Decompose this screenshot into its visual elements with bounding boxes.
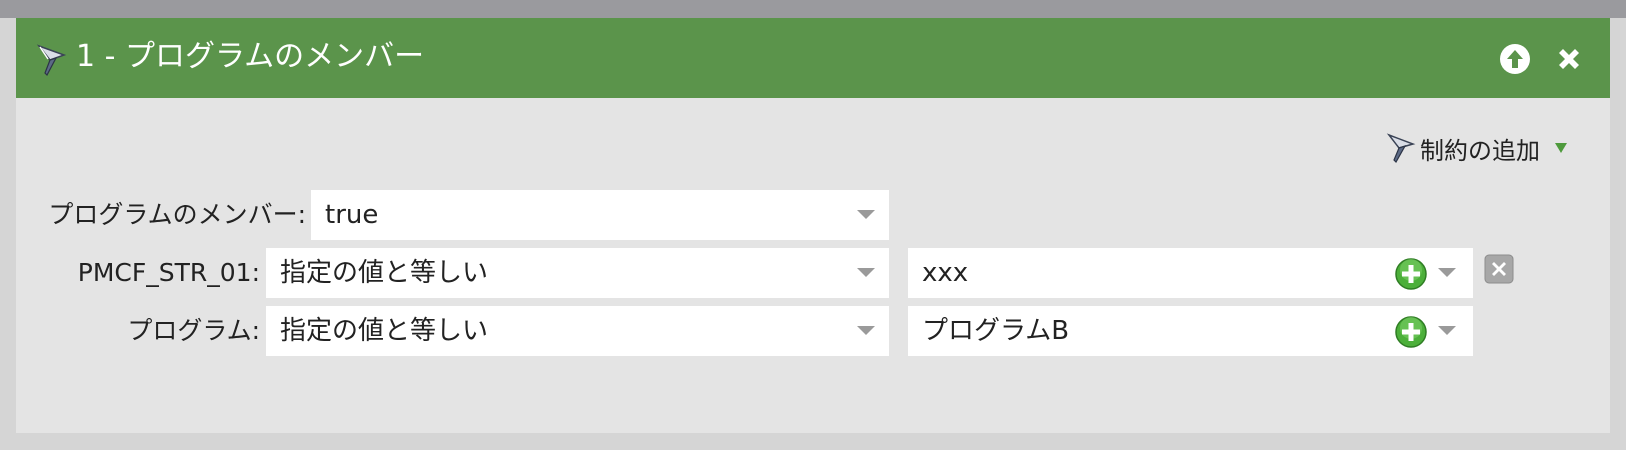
top-strip bbox=[0, 0, 1626, 18]
move-up-button[interactable] bbox=[1498, 42, 1532, 76]
chevron-down-icon bbox=[857, 326, 875, 335]
funnel-icon bbox=[1386, 133, 1416, 163]
add-value-icon[interactable] bbox=[1395, 258, 1427, 290]
filter-title: 1 - プログラムのメンバー bbox=[76, 39, 425, 74]
chevron-down-icon bbox=[857, 268, 875, 277]
filter-header: 1 - プログラムのメンバー bbox=[16, 18, 1610, 98]
constraint-label: プログラム: bbox=[127, 316, 260, 345]
operator-value: 指定の値と等しい bbox=[280, 316, 489, 346]
chevron-down-icon[interactable] bbox=[1438, 326, 1456, 335]
filter-panel: 1 - プログラムのメンバー 制約の追加 プログラムのメンバー: true PM… bbox=[16, 18, 1610, 433]
constraint-value-input[interactable]: プログラムB bbox=[908, 306, 1473, 356]
add-constraint-button[interactable]: 制約の追加 bbox=[1386, 128, 1568, 168]
operator-select[interactable]: 指定の値と等しい bbox=[266, 248, 889, 298]
chevron-down-icon bbox=[857, 210, 875, 219]
operator-select[interactable]: 指定の値と等しい bbox=[266, 306, 889, 356]
constraint-value: xxx bbox=[922, 258, 969, 288]
member-value-select[interactable]: true bbox=[311, 190, 889, 240]
member-value: true bbox=[325, 200, 379, 230]
funnel-icon bbox=[36, 44, 67, 76]
add-constraint-label: 制約の追加 bbox=[1420, 136, 1540, 165]
constraint-label: PMCF_STR_01: bbox=[77, 258, 260, 287]
remove-row-icon[interactable] bbox=[1484, 254, 1514, 284]
close-button[interactable] bbox=[1552, 42, 1586, 76]
constraint-value-input[interactable]: xxx bbox=[908, 248, 1473, 298]
operator-value: 指定の値と等しい bbox=[280, 258, 489, 288]
constraint-value: プログラムB bbox=[922, 316, 1070, 346]
add-value-icon[interactable] bbox=[1395, 316, 1427, 348]
triangle-down-icon bbox=[1555, 143, 1567, 153]
chevron-down-icon[interactable] bbox=[1438, 268, 1456, 277]
member-label: プログラムのメンバー: bbox=[48, 200, 306, 229]
